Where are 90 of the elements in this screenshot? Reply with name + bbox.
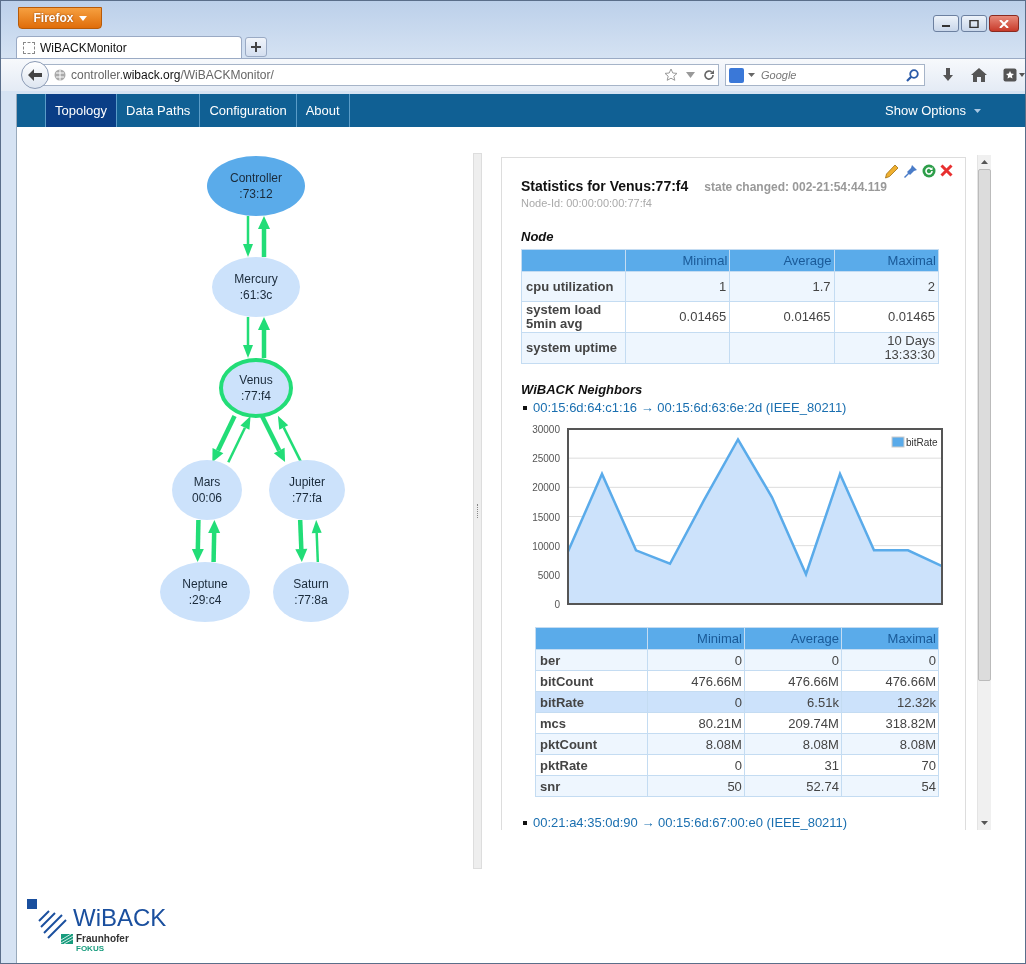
row-label: pktCount xyxy=(535,733,648,755)
pin-icon[interactable] xyxy=(903,164,918,179)
search-engine-icon xyxy=(729,67,744,83)
neighbor-link[interactable]: 00:21:a4:35:0d:90 → 00:15:6d:67:00:e0 (IEEE_80211) xyxy=(533,815,848,830)
axis-tick-label: 10000 xyxy=(532,540,560,552)
section-heading: Node xyxy=(521,229,555,244)
table-cell: 0.01465 xyxy=(729,301,835,333)
nav-tab[interactable]: Configuration xyxy=(200,94,297,127)
column-header: Average xyxy=(744,627,842,650)
bookmarks-icon[interactable] xyxy=(1003,68,1025,82)
globe-icon xyxy=(54,69,66,81)
new-tab-button[interactable] xyxy=(245,37,267,57)
maximize-icon xyxy=(969,19,979,28)
show-options-menu[interactable]: Show Options xyxy=(879,94,987,127)
table-cell: 10 Days 13:33:30 xyxy=(834,332,939,364)
table-cell: 0.01465 xyxy=(625,301,730,333)
close-button[interactable] xyxy=(989,15,1019,32)
network-node[interactable]: Venus :77:f4 xyxy=(219,358,293,418)
nav-tab[interactable]: About xyxy=(296,94,350,127)
scrollbar[interactable] xyxy=(977,155,991,830)
row-label: ber xyxy=(535,649,648,671)
column-header: Maximal xyxy=(841,627,939,650)
column-header: Average xyxy=(729,249,835,272)
address-bar[interactable]: controller.wiback.org/WiBACKMonitor/ xyxy=(43,64,719,86)
network-node[interactable]: Jupiter :77:fa xyxy=(269,460,345,520)
star-icon[interactable] xyxy=(664,68,678,82)
node-id-text: Node-Id: 00:00:00:00:77:f4 xyxy=(521,197,653,209)
network-node[interactable]: Saturn :77:8a xyxy=(273,562,349,622)
refresh-icon[interactable] xyxy=(922,164,936,178)
search-field[interactable]: Google xyxy=(725,64,925,86)
axis-tick-label: 15000 xyxy=(532,511,560,523)
pencil-icon[interactable] xyxy=(884,164,899,179)
plus-icon xyxy=(251,42,261,52)
axis-tick-label: 30000 xyxy=(532,424,560,435)
statistics-title: Statistics for Venus:77:f4 xyxy=(521,178,689,194)
page-icon xyxy=(23,41,35,54)
column-header: Minimal xyxy=(647,627,745,650)
network-node[interactable]: Neptune :29:c4 xyxy=(160,562,250,622)
row-label: system load 5min avg xyxy=(521,301,626,333)
reload-icon[interactable] xyxy=(703,69,715,81)
state-changed-text: state changed: 002-21:54:44.119 xyxy=(704,180,888,194)
network-node[interactable]: Mars 00:06 xyxy=(172,460,242,520)
section-heading: WiBACK Neighbors xyxy=(521,382,644,397)
legend-label: bitRate xyxy=(906,437,938,448)
minimize-button[interactable] xyxy=(933,15,959,32)
axis-tick-label: 0 xyxy=(554,599,560,610)
back-arrow-icon xyxy=(28,69,42,81)
row-label: snr xyxy=(535,775,648,797)
back-button[interactable] xyxy=(21,61,49,89)
network-node[interactable]: Controller :73:12 xyxy=(207,156,305,216)
row-label: pktRate xyxy=(535,754,648,776)
table-cell: 0.01465 xyxy=(834,301,939,333)
tab-title: WiBACKMonitor xyxy=(40,40,127,55)
network-node[interactable]: Mercury :61:3c xyxy=(212,257,300,317)
search-icon[interactable] xyxy=(906,68,919,82)
download-icon[interactable] xyxy=(941,68,955,82)
row-label: cpu utilization xyxy=(521,271,626,302)
table-cell: 1.7 xyxy=(729,271,835,302)
column-header: Maximal xyxy=(834,249,939,272)
neighbor-link[interactable]: 00:15:6d:64:c1:16 → 00:15:6d:63:6e:2d (IEEE_80211) xyxy=(533,400,847,415)
axis-tick-label: 5000 xyxy=(537,569,560,581)
scroll-down-icon[interactable] xyxy=(981,821,988,825)
row-label: system uptime xyxy=(521,332,626,364)
column-header: Minimal xyxy=(625,249,730,272)
table-cell: 1 xyxy=(625,271,730,302)
url-text: controller.wiback.org/WiBACKMonitor/ xyxy=(71,68,275,82)
row-label: mcs xyxy=(535,712,648,734)
table-cell: 2 xyxy=(834,271,939,302)
close-icon[interactable] xyxy=(940,164,953,177)
close-icon xyxy=(999,19,1009,28)
fraunhofer-icon xyxy=(61,934,73,944)
caret-icon xyxy=(748,73,755,77)
axis-tick-label: 20000 xyxy=(532,482,560,494)
logo-unit: FOKUS xyxy=(76,944,105,954)
row-label: bitRate xyxy=(535,691,648,713)
maximize-button[interactable] xyxy=(961,15,987,32)
dropdown-icon[interactable] xyxy=(686,72,695,78)
axis-tick-label: 25000 xyxy=(532,453,560,465)
logo-org: Fraunhofer xyxy=(76,934,129,944)
logo-name: WiBACK xyxy=(73,906,167,930)
home-icon[interactable] xyxy=(971,68,987,82)
nav-tab[interactable]: Data Paths xyxy=(117,94,201,127)
bullet-icon xyxy=(523,405,527,410)
caret-icon xyxy=(78,15,87,21)
nav-tab[interactable]: Topology xyxy=(45,94,118,127)
row-label: bitCount xyxy=(535,670,648,692)
scroll-up-icon[interactable] xyxy=(981,160,988,164)
browser-tab[interactable]: WiBACKMonitor xyxy=(16,36,242,58)
bullet-icon xyxy=(523,820,527,825)
caret-icon xyxy=(974,108,981,113)
